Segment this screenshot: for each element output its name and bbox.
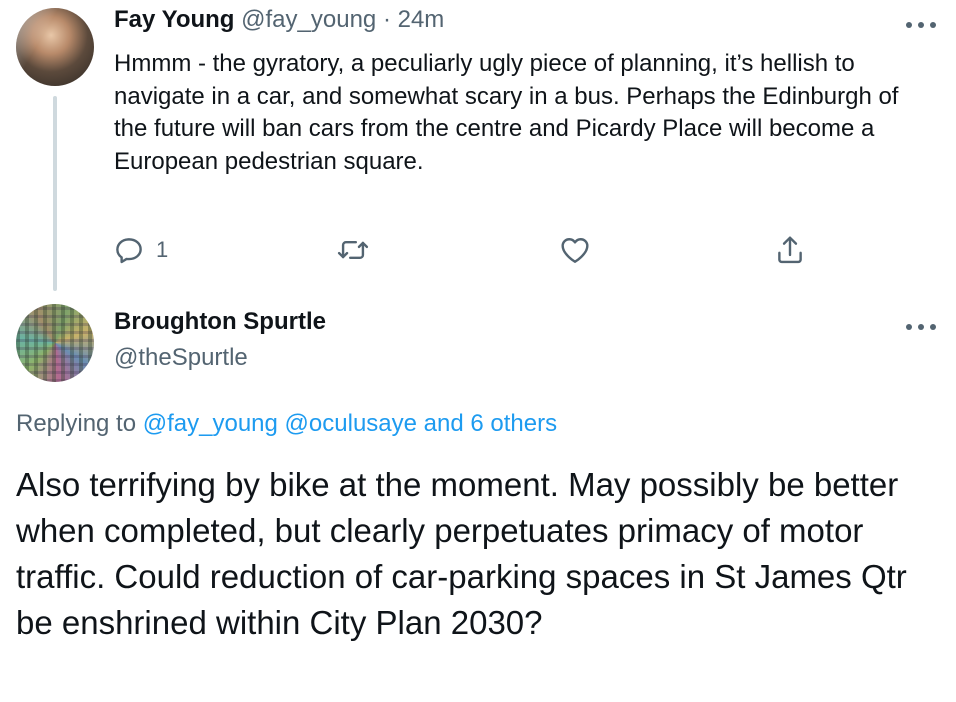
share-icon xyxy=(778,236,802,264)
retweet-button[interactable] xyxy=(336,230,370,270)
more-icon[interactable] xyxy=(906,322,936,332)
parent-tweet-actions: 1 xyxy=(0,230,956,270)
reply-author-handle[interactable]: @theSpurtle xyxy=(114,344,248,372)
parent-tweet-header: Fay Young @fay_young · 24m xyxy=(114,6,444,34)
replying-others-link[interactable]: and 6 others xyxy=(424,410,557,437)
replying-to-line: Replying to @fay_young @oculusaye and 6 … xyxy=(16,410,557,438)
separator: · xyxy=(382,6,391,33)
reply-button[interactable]: 1 xyxy=(112,230,168,270)
reply-icon xyxy=(116,238,142,264)
replying-user-link[interactable]: @fay_young xyxy=(143,410,278,437)
reply-count: 1 xyxy=(156,237,169,262)
parent-tweet-time[interactable]: 24m xyxy=(398,6,445,33)
like-button[interactable] xyxy=(558,230,592,270)
replying-prefix: Replying to xyxy=(16,410,137,437)
heart-icon xyxy=(561,238,589,263)
parent-author-name[interactable]: Fay Young xyxy=(114,6,234,33)
parent-tweet-text: Hmmm - the gyratory, a peculiarly ugly p… xyxy=(114,50,899,175)
more-icon[interactable] xyxy=(906,20,936,30)
share-button[interactable] xyxy=(773,230,807,270)
reply-author-avatar[interactable] xyxy=(16,304,94,382)
replying-user-link[interactable]: @oculusaye xyxy=(285,410,417,437)
reply-tweet-text: Also terrifying by bike at the moment. M… xyxy=(16,466,907,641)
retweet-icon xyxy=(337,241,369,259)
parent-author-avatar[interactable] xyxy=(16,8,94,86)
parent-author-handle[interactable]: @fay_young xyxy=(241,6,376,33)
reply-author-name[interactable]: Broughton Spurtle xyxy=(114,308,326,336)
